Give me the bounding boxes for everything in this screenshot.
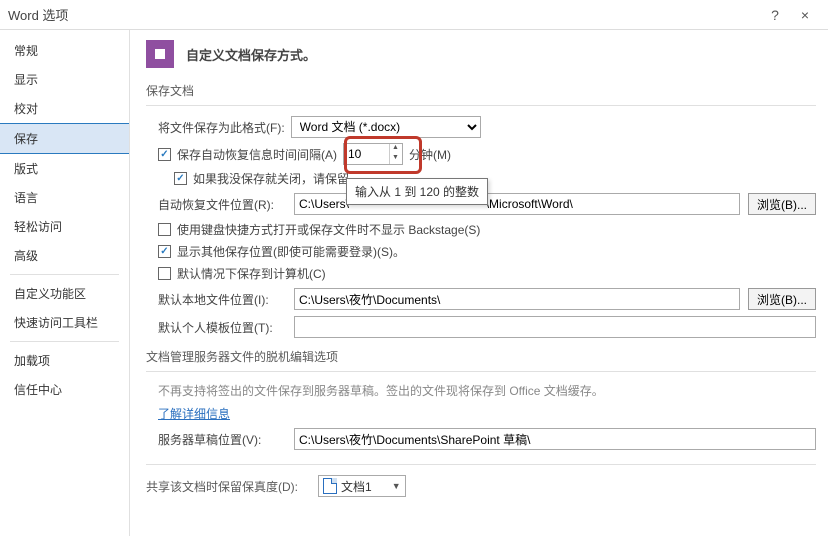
keep-last-autosave-label: 如果我没保存就关闭，请保留: [193, 170, 349, 187]
chevron-down-icon: ▼: [392, 481, 401, 491]
document-icon: [323, 478, 337, 494]
sidebar-item-accessibility[interactable]: 轻松访问: [0, 212, 129, 241]
template-location-input[interactable]: [294, 316, 816, 338]
divider: [146, 371, 816, 372]
sidebar-item-general[interactable]: 常规: [0, 36, 129, 65]
section-fidelity-title: 共享该文档时保留保真度(D):: [146, 478, 298, 495]
sidebar-separator: [10, 341, 119, 342]
server-draft-location-input[interactable]: [294, 428, 816, 450]
file-format-label: 将文件保存为此格式(F):: [158, 119, 285, 136]
save-to-computer-checkbox[interactable]: [158, 267, 171, 280]
sidebar: 常规 显示 校对 保存 版式 语言 轻松访问 高级 自定义功能区 快速访问工具栏…: [0, 30, 130, 536]
close-button[interactable]: ×: [790, 7, 820, 23]
autosave-spinner[interactable]: ▲▼: [389, 144, 401, 164]
sidebar-item-save[interactable]: 保存: [0, 123, 129, 154]
help-button[interactable]: ?: [760, 7, 790, 23]
server-draft-note: 不再支持将签出的文件保存到服务器草稿。签出的文件现将保存到 Office 文档缓…: [146, 382, 816, 399]
autorecover-location-label: 自动恢复文件位置(R):: [158, 196, 286, 213]
sidebar-item-customize-ribbon[interactable]: 自定义功能区: [0, 279, 129, 308]
sidebar-item-display[interactable]: 显示: [0, 65, 129, 94]
hide-backstage-checkbox[interactable]: [158, 223, 171, 236]
fidelity-document-name: 文档1: [341, 478, 372, 495]
autosave-interval-label: 保存自动恢复信息时间间隔(A): [177, 146, 337, 163]
page-header: 自定义文档保存方式。: [186, 45, 316, 64]
section-save-docs-title: 保存文档: [146, 82, 816, 99]
autosave-interval-checkbox[interactable]: [158, 148, 171, 161]
sidebar-item-trust-center[interactable]: 信任中心: [0, 375, 129, 404]
sidebar-item-language[interactable]: 语言: [0, 183, 129, 212]
minutes-label: 分钟(M): [409, 146, 451, 163]
sidebar-separator: [10, 274, 119, 275]
window-title: Word 选项: [8, 5, 760, 24]
show-other-locations-checkbox[interactable]: [158, 245, 171, 258]
sidebar-item-advanced[interactable]: 高级: [0, 241, 129, 270]
local-location-label: 默认本地文件位置(I):: [158, 291, 286, 308]
spinner-down-icon[interactable]: ▼: [389, 154, 401, 164]
content-panel: 自定义文档保存方式。 保存文档 将文件保存为此格式(F): Word 文档 (*…: [130, 30, 828, 536]
file-format-select[interactable]: Word 文档 (*.docx): [291, 116, 481, 138]
sidebar-item-layout[interactable]: 版式: [0, 154, 129, 183]
sidebar-item-proofing[interactable]: 校对: [0, 94, 129, 123]
divider: [146, 105, 816, 106]
keep-last-autosave-checkbox[interactable]: [174, 172, 187, 185]
divider: [146, 464, 816, 465]
sidebar-item-quick-access[interactable]: 快速访问工具栏: [0, 308, 129, 337]
sidebar-item-addins[interactable]: 加载项: [0, 346, 129, 375]
autosave-range-tooltip: 输入从 1 到 120 的整数: [346, 178, 488, 205]
spinner-up-icon[interactable]: ▲: [389, 144, 401, 154]
autorecover-browse-button[interactable]: 浏览(B)...: [748, 193, 816, 215]
titlebar: Word 选项 ? ×: [0, 0, 828, 30]
template-location-label: 默认个人模板位置(T):: [158, 319, 286, 336]
local-browse-button[interactable]: 浏览(B)...: [748, 288, 816, 310]
save-section-icon: [146, 40, 174, 68]
show-other-locations-label: 显示其他保存位置(即使可能需要登录)(S)。: [177, 243, 405, 260]
local-location-input[interactable]: [294, 288, 740, 310]
fidelity-document-select[interactable]: 文档1 ▼: [318, 475, 406, 497]
hide-backstage-label: 使用键盘快捷方式打开或保存文件时不显示 Backstage(S): [177, 221, 480, 238]
server-draft-location-label: 服务器草稿位置(V):: [158, 431, 286, 448]
learn-more-link[interactable]: 了解详细信息: [158, 407, 230, 421]
section-server-title: 文档管理服务器文件的脱机编辑选项: [146, 348, 816, 365]
save-to-computer-label: 默认情况下保存到计算机(C): [177, 265, 326, 282]
